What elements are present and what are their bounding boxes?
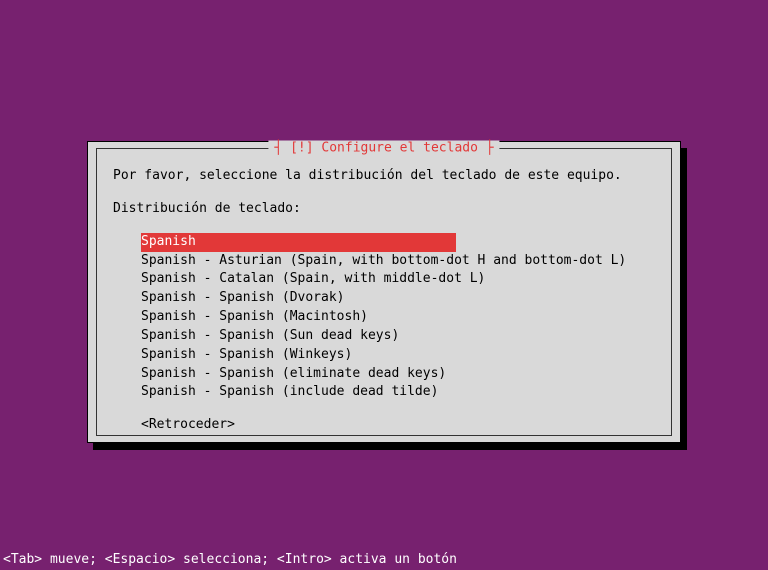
keyboard-layout-list[interactable]: SpanishSpanish - Asturian (Spain, with b… — [113, 233, 655, 403]
back-button[interactable]: <Retroceder> — [113, 416, 235, 435]
title-text: [!] Configure el teclado — [290, 141, 478, 156]
dialog-border: ┤ [!] Configure el teclado ├ Por favor, … — [96, 148, 672, 436]
dialog-content: Por favor, seleccione la distribución de… — [97, 149, 671, 445]
footer-hint: <Tab> mueve; <Espacio> selecciona; <Intr… — [0, 550, 768, 570]
keyboard-layout-option[interactable]: Spanish — [141, 233, 456, 252]
keyboard-config-dialog: ┤ [!] Configure el teclado ├ Por favor, … — [87, 141, 681, 443]
keyboard-layout-option[interactable]: Spanish - Spanish (eliminate dead keys) — [141, 365, 446, 384]
dialog-prompt: Por favor, seleccione la distribución de… — [113, 167, 655, 186]
dialog-title: ┤ [!] Configure el teclado ├ — [268, 141, 499, 156]
keyboard-layout-option[interactable]: Spanish - Spanish (Sun dead keys) — [141, 327, 399, 346]
title-left-decoration: ┤ — [274, 141, 290, 156]
title-right-decoration: ├ — [478, 141, 494, 156]
keyboard-layout-option[interactable]: Spanish - Catalan (Spain, with middle-do… — [141, 270, 485, 289]
keyboard-layout-option[interactable]: Spanish - Spanish (Macintosh) — [141, 308, 368, 327]
keyboard-layout-option[interactable]: Spanish - Spanish (Dvorak) — [141, 289, 345, 308]
keyboard-layout-option[interactable]: Spanish - Spanish (include dead tilde) — [141, 383, 438, 402]
keyboard-layout-option[interactable]: Spanish - Spanish (Winkeys) — [141, 346, 352, 365]
keyboard-layout-option[interactable]: Spanish - Asturian (Spain, with bottom-d… — [141, 252, 626, 271]
dialog-label: Distribución de teclado: — [113, 200, 655, 219]
